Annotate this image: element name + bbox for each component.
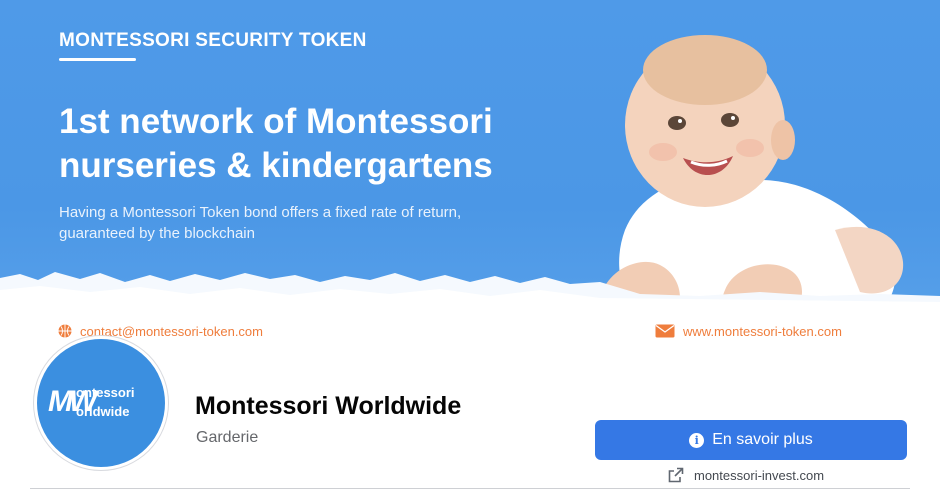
website-link[interactable]: montessori-invest.com	[668, 466, 824, 484]
headline-line-2: nurseries & kindergartens	[59, 146, 493, 185]
profile-divider	[30, 488, 910, 489]
external-link-icon	[668, 467, 684, 483]
cover-kicker: MONTESSORI SECURITY TOKEN	[59, 30, 367, 51]
profile-avatar[interactable]: MW ontessori orldwide	[34, 336, 168, 470]
envelope-icon	[655, 324, 675, 338]
info-icon: i	[689, 432, 705, 448]
kicker-underline	[59, 58, 136, 61]
cover-headline: 1st network of Montessori nurseries & ki…	[59, 100, 619, 188]
headline-line-1: 1st network of Montessori	[59, 102, 493, 141]
cover-website: www.montessori-token.com	[683, 323, 842, 339]
learn-more-label: En savoir plus	[712, 431, 813, 448]
page-name[interactable]: Montessori Worldwide	[195, 391, 461, 421]
cover-subtitle: Having a Montessori Token bond offers a …	[59, 204, 462, 242]
avatar-logo: MW ontessori orldwide	[46, 383, 156, 423]
avatar-line-1: ontessori	[76, 385, 135, 400]
page-category[interactable]: Garderie	[196, 428, 258, 448]
avatar-line-2: orldwide	[76, 404, 130, 419]
website-link-label: montessori-invest.com	[694, 467, 825, 483]
cover-website-row: www.montessori-token.com	[655, 322, 842, 340]
learn-more-button[interactable]: i En savoir plus	[595, 420, 907, 460]
cover-photo[interactable]: MONTESSORI SECURITY TOKEN 1st network of…	[0, 0, 940, 346]
globe-icon	[58, 324, 72, 338]
